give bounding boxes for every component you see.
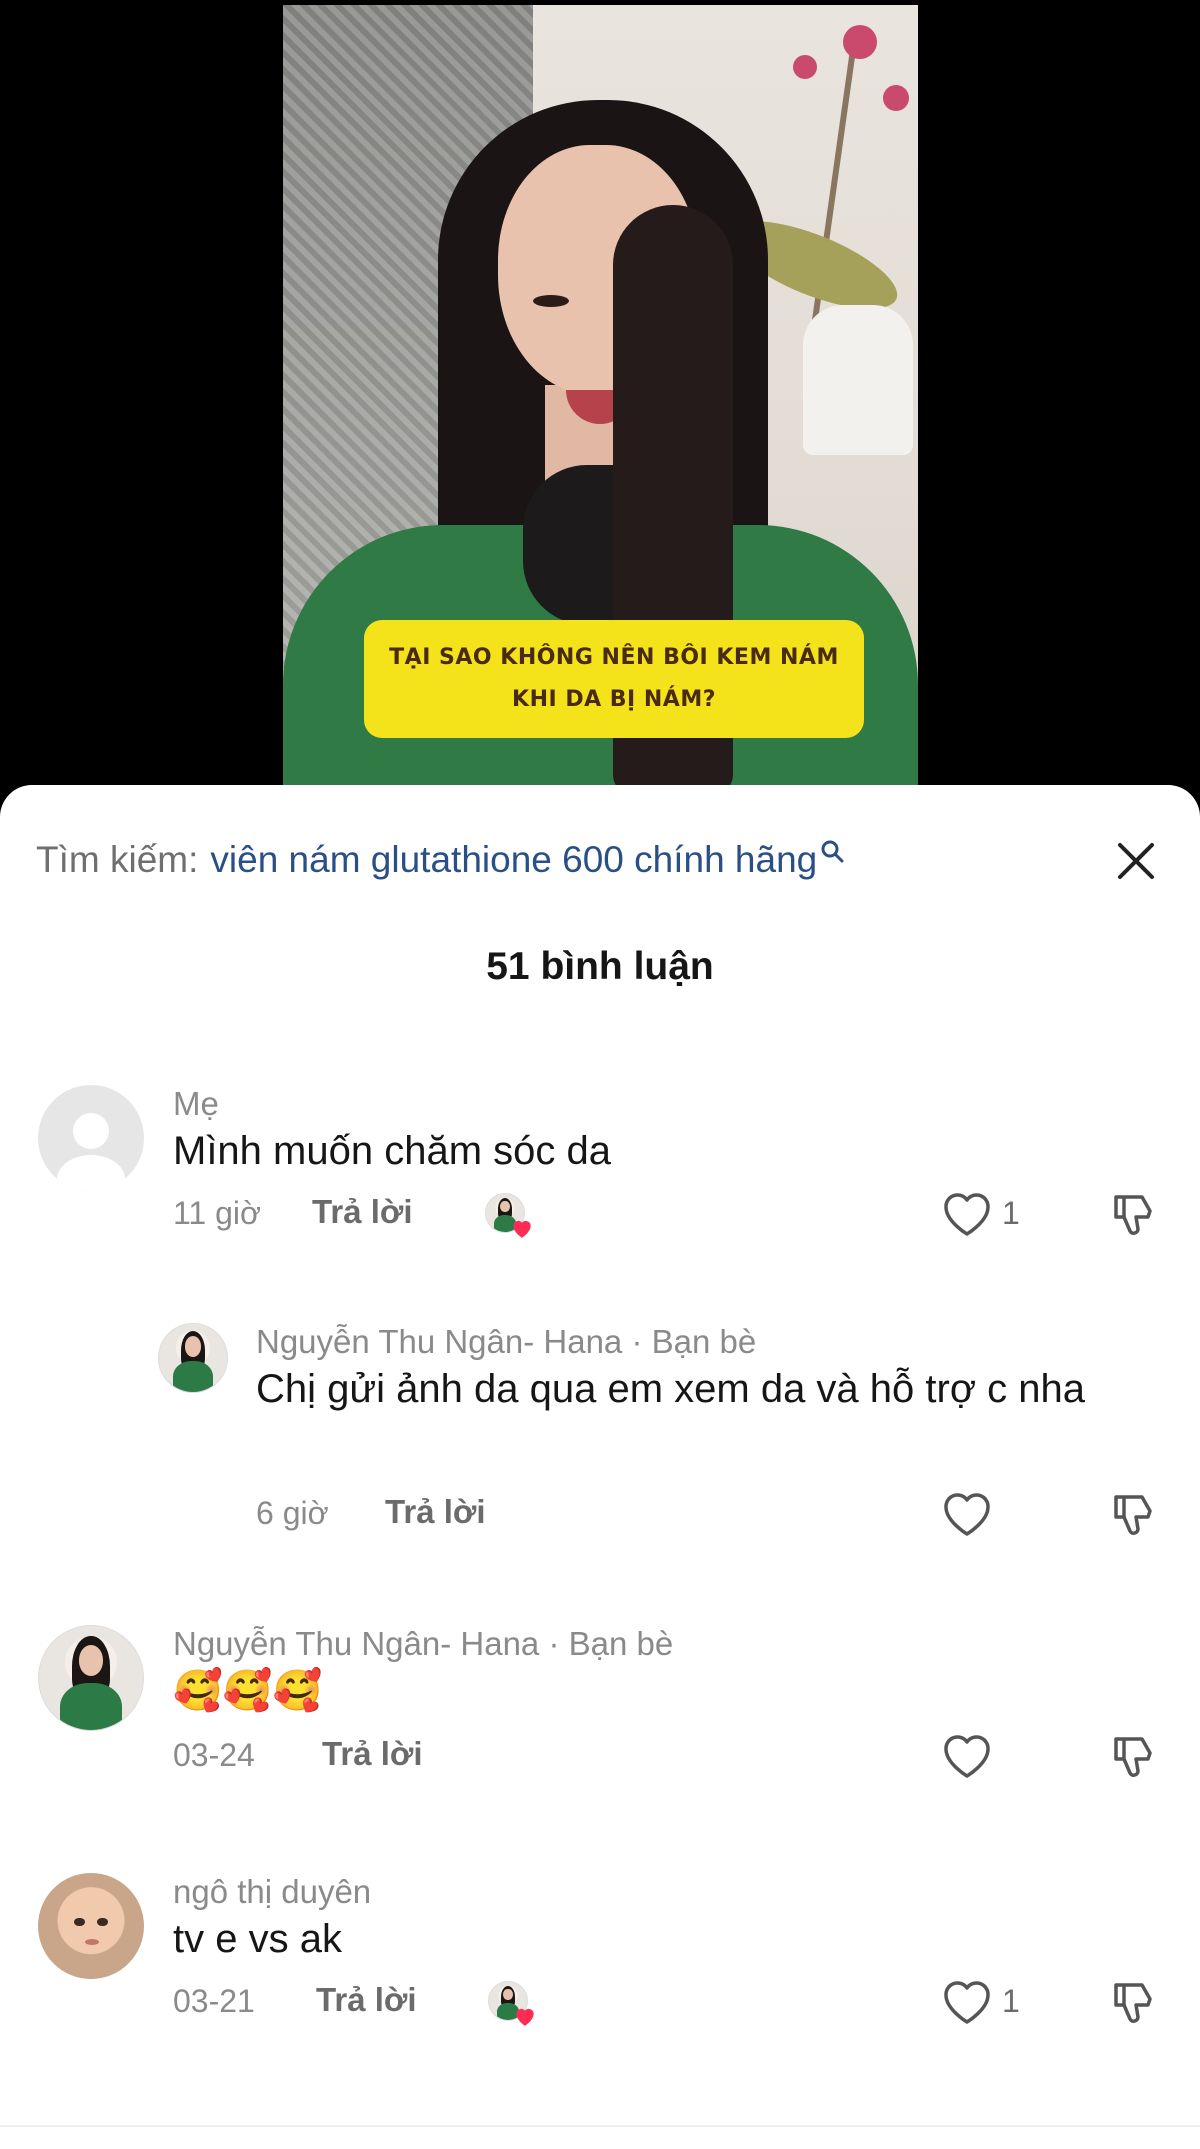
comment-author[interactable]: Nguyễn Thu Ngân- Hana · Bạn bè — [173, 1625, 673, 1663]
video-player[interactable]: TẠI SAO KHÔNG NÊN BÔI KEM NÁM KHI DA BỊ … — [0, 0, 1200, 800]
comment-time: 6 giờ — [256, 1495, 329, 1531]
heart-icon — [516, 2008, 534, 2026]
avatar[interactable] — [38, 1085, 144, 1191]
avatar[interactable] — [158, 1323, 228, 1393]
avatar[interactable] — [38, 1873, 144, 1979]
like-icon[interactable] — [940, 1977, 994, 2027]
comment-text: tv e vs ak — [173, 1917, 342, 1961]
search-icon — [821, 840, 844, 863]
dislike-icon[interactable] — [1108, 1487, 1162, 1541]
dislike-icon[interactable] — [1108, 1729, 1162, 1783]
avatar[interactable] — [38, 1625, 144, 1731]
comment-time: 11 giờ — [173, 1195, 261, 1231]
reply-button[interactable]: Trả lời — [312, 1193, 413, 1231]
presenter-eye — [533, 295, 569, 307]
comment-text: Mình muốn chăm sóc da — [173, 1129, 611, 1173]
orchid-flower — [883, 85, 909, 111]
comment-text: Chị gửi ảnh da qua em xem da và hỗ trợ c… — [256, 1367, 1086, 1411]
video-caption: TẠI SAO KHÔNG NÊN BÔI KEM NÁM KHI DA BỊ … — [364, 620, 864, 738]
comment-item: Nguyễn Thu Ngân- Hana · Bạn bè 🥰🥰🥰 03-24… — [0, 1625, 1200, 1825]
like-icon[interactable] — [940, 1189, 994, 1239]
like-count: 1 — [1002, 1195, 1020, 1231]
like-count: 1 — [1002, 1983, 1020, 2019]
reply-button[interactable]: Trả lời — [385, 1493, 486, 1531]
search-query-link[interactable]: viên nám glutathione 600 chính hãng — [210, 839, 817, 881]
creator-liked-badge — [488, 1981, 534, 2027]
like-icon[interactable] — [940, 1731, 994, 1781]
comment-time: 03-21 — [173, 1983, 255, 2019]
comment-author[interactable]: Mẹ — [173, 1085, 219, 1123]
close-button[interactable] — [1110, 835, 1162, 887]
orchid-flower — [843, 25, 877, 59]
close-icon — [1118, 843, 1154, 879]
divider — [0, 2125, 1200, 2127]
comment-item: Mẹ Mình muốn chăm sóc da 11 giờ Trả lời … — [0, 1085, 1200, 1285]
comments-sheet: Tìm kiếm: viên nám glutathione 600 chính… — [0, 785, 1200, 2149]
dislike-icon[interactable] — [1108, 1187, 1162, 1241]
heart-icon — [513, 1220, 531, 1238]
video-caption-line2: KHI DA BỊ NÁM? — [512, 687, 716, 712]
comment-item: ngô thị duyên tv e vs ak 03-21 Trả lời 1 — [0, 1873, 1200, 2073]
orchid-flower — [793, 55, 817, 79]
search-prefix: Tìm kiếm: — [36, 839, 199, 880]
comment-author[interactable]: ngô thị duyên — [173, 1873, 371, 1911]
creator-liked-badge — [485, 1193, 531, 1239]
reply-button[interactable]: Trả lời — [316, 1981, 417, 2019]
search-suggestion[interactable]: Tìm kiếm: viên nám glutathione 600 chính… — [36, 835, 1166, 885]
comment-author[interactable]: Nguyễn Thu Ngân- Hana · Bạn bè — [256, 1323, 756, 1361]
comment-time: 03-24 — [173, 1737, 255, 1773]
video-caption-line1: TẠI SAO KHÔNG NÊN BÔI KEM NÁM — [389, 645, 839, 671]
comment-reply-item: Nguyễn Thu Ngân- Hana · Bạn bè Chị gửi ả… — [0, 1323, 1200, 1613]
comment-text: 🥰🥰🥰 — [173, 1668, 323, 1714]
dislike-icon[interactable] — [1108, 1975, 1162, 2029]
like-icon[interactable] — [940, 1489, 994, 1539]
reply-button[interactable]: Trả lời — [322, 1735, 423, 1773]
comments-count: 51 bình luận — [486, 945, 714, 988]
vase — [803, 305, 913, 455]
